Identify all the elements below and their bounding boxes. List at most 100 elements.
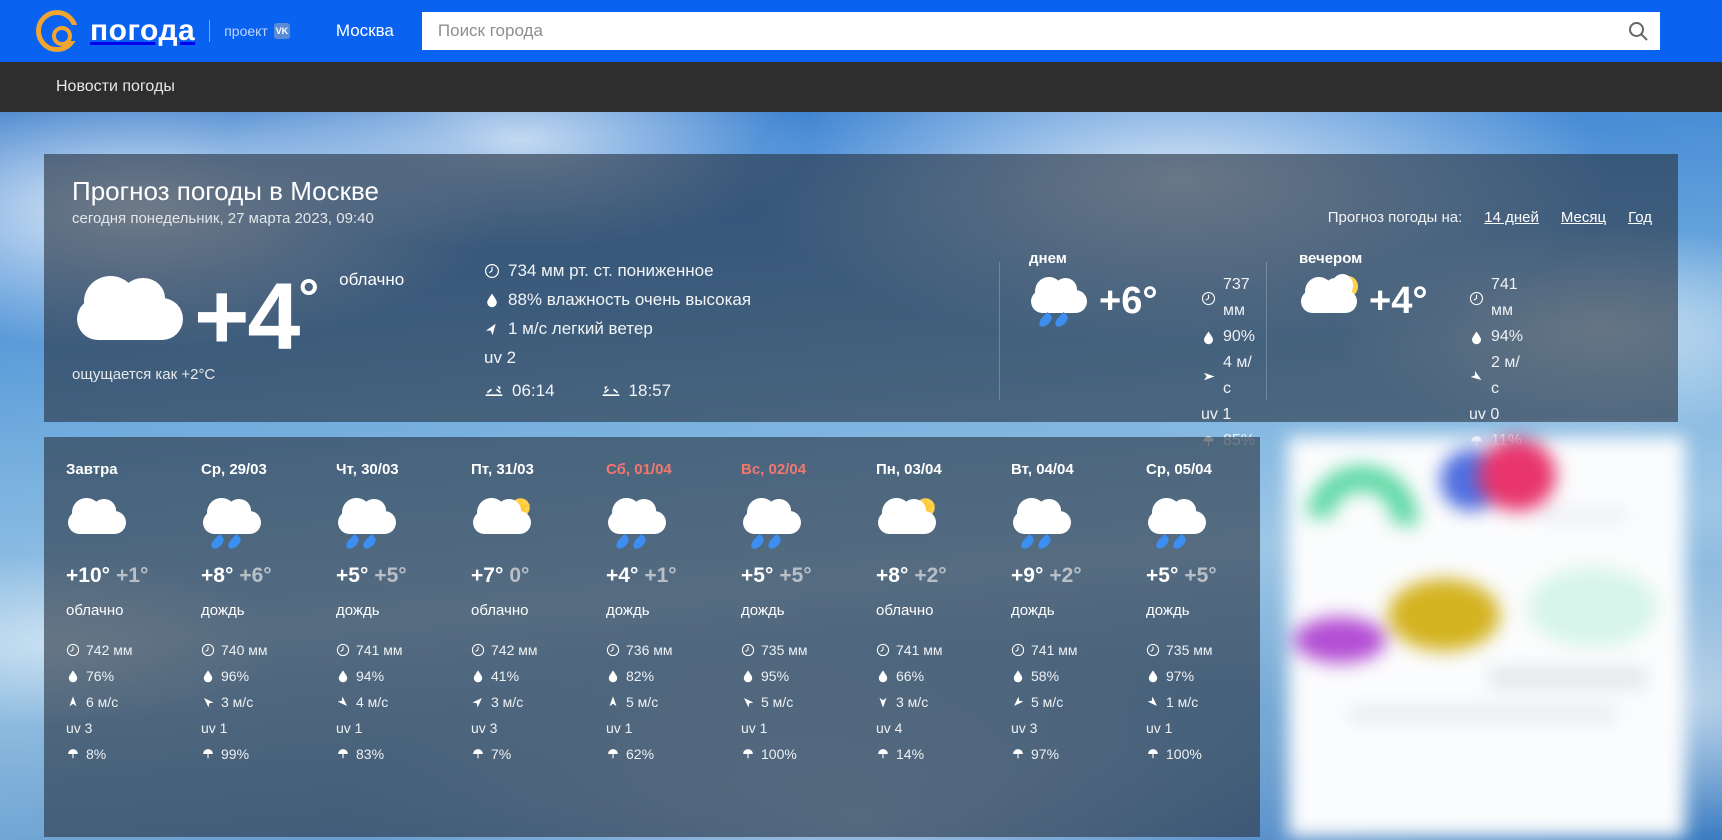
droplet-icon [66,669,80,683]
humidity-value: 88% влажность очень высокая [508,290,752,309]
forecast-day-column[interactable]: Ср, 29/03 +8° +6° дождь 740 мм 96% 3 м/с uv 1 99… [179,437,314,837]
forecast-day-details: 740 мм 96% 3 м/с uv 1 99% [201,637,314,767]
wind-direction-icon [201,695,215,709]
forecast-day-column[interactable]: Сб, 01/04 +4° +1° дождь 736 мм 82% 5 м/с uv 1 62… [584,437,719,837]
promo-widget[interactable] [1288,437,1685,837]
umbrella-icon [336,747,350,761]
daypart-evening-label: вечером [1299,250,1363,267]
droplet-icon [876,669,890,683]
search-input[interactable] [421,13,1616,49]
wind-row: 5 м/с [1011,689,1124,715]
forecast-day-details: 741 мм 66% 3 м/с uv 4 14% [876,637,989,767]
humidity-value: 96% [221,668,250,684]
barometer-icon [484,263,500,279]
current-datetime: сегодня понедельник, 27 марта 2023, 09:4… [72,210,374,227]
uv-value: uv 1 [1146,720,1173,736]
uv-value: uv 1 [201,720,228,736]
nav-item-weather-news[interactable]: Новости погоды [56,78,175,96]
decorative-blob-pink [1478,439,1556,511]
uv-row: uv 3 [66,715,179,741]
droplet-icon [1011,669,1025,683]
precip-value: 100% [761,746,797,762]
search-box[interactable] [421,12,1660,50]
humidity-value: 94% [1491,328,1524,345]
forecast-day-description: облачно [876,602,934,619]
panel-divider-2 [1266,262,1267,400]
uv-value: uv 2 [484,348,517,367]
forecast-night-temp: +5° [779,564,812,587]
cloud-rain-icon [1146,496,1208,552]
current-city-link[interactable]: Москва [336,21,394,41]
droplet-icon [201,669,215,683]
cloud-rain-icon [606,496,668,552]
forecast-link-14-days[interactable]: 14 дней [1484,209,1539,226]
forecast-day-temps: +5° +5° [741,564,854,588]
forecast-day-name: Вс, 02/04 [741,461,807,478]
forecast-day-name: Пт, 31/03 [471,461,534,478]
forecast-day-temps: +7° 0° [471,564,584,588]
pressure-row: 742 мм [66,637,179,663]
forecast-day-column[interactable]: Пт, 31/03 +7° 0° облачно 742 мм 41% 3 м/с uv 37… [449,437,584,837]
precip-value: 83% [356,746,385,762]
precip-row: 8% [66,741,179,767]
precip-value: 7% [491,746,512,762]
uv-value: uv 4 [876,720,903,736]
pressure-value: 741 мм [896,642,943,658]
pressure-value: 736 мм [626,642,673,658]
wind-row: 3 м/с [471,689,584,715]
humidity-value: 94% [356,668,385,684]
cloud-icon [72,272,188,364]
pressure-value: 741 мм [356,642,403,658]
forecast-day-details: 742 мм 76% 6 м/с uv 3 8% [66,637,179,767]
wind-row: 3 м/с [201,689,314,715]
wind-direction-icon [1011,695,1025,709]
vk-icon: VK [273,23,290,39]
humidity-row: 95% [741,663,854,689]
sunrise-icon [484,383,504,399]
droplet-icon [1201,330,1216,345]
search-icon[interactable] [1616,12,1660,50]
forecast-link-year[interactable]: Год [1628,209,1652,226]
feels-like-text: ощущается как +2°C [72,366,216,383]
barometer-icon [1201,291,1216,306]
forecast-day-column[interactable]: Вс, 02/04 +5° +5° дождь 735 мм 95% 5 м/с uv 1 10… [719,437,854,837]
droplet-icon [741,669,755,683]
site-logo[interactable]: погода [36,10,195,52]
daypart-day-details: 737 мм 90% 4 м/с uv 1 [1201,272,1255,454]
current-conditions: +4° облачно [72,254,404,365]
forecast-day-column[interactable]: Вт, 04/04 +9° +2° дождь 741 мм 58% 5 м/с uv 3 97… [989,437,1124,837]
forecast-day-column[interactable]: Чт, 30/03 +5° +5° дождь 741 мм 94% 4 м/с uv 1 83… [314,437,449,837]
forecast-day-temp: +5° [1146,564,1179,587]
droplet-icon [606,669,620,683]
forecast-night-temp: +5° [374,564,407,587]
forecast-day-column[interactable]: Пн, 03/04 +8° +2° облачно 741 мм 66% 3 м/с uv 4… [854,437,989,837]
humidity-row: 94% [1469,324,1523,350]
pressure-row: 741 мм [876,637,989,663]
current-weather-panel: Прогноз погоды в Москве сегодня понедель… [44,154,1678,449]
uv-row: uv 2 [484,345,751,370]
wind-value: 1 м/с легкий ветер [508,319,653,338]
at-logo-icon [36,10,78,52]
pressure-row: 740 мм [201,637,314,663]
forecast-night-temp: 0° [509,564,530,587]
precip-value: 97% [1031,746,1060,762]
uv-row: uv 1 [741,715,854,741]
wind-row: 2 м/с [1469,350,1523,402]
forecast-day-temp: +8° [876,564,909,587]
forecast-link-month[interactable]: Месяц [1561,209,1606,226]
forecast-day-column[interactable]: Завтра +10° +1° облачно 742 мм 76% 6 м/с uv 3 8% [44,437,179,837]
humidity-row: 94% [336,663,449,689]
precip-value: 100% [1166,746,1202,762]
forecast-day-temp: +4° [606,564,639,587]
forecast-day-name: Сб, 01/04 [606,461,672,478]
uv-value: uv 3 [66,720,93,736]
sunset-value: 18:57 [628,381,672,400]
pressure-value: 741 мм [1031,642,1078,658]
current-temperature-value: +4 [194,264,300,370]
pressure-row: 741 мм [1469,272,1523,324]
forecast-day-description: облачно [66,602,124,619]
forecast-day-column[interactable]: Ср, 05/04 +5° +5° дождь 735 мм 97% 1 м/с uv 1 10… [1124,437,1259,837]
forecast-day-details: 735 мм 97% 1 м/с uv 1 100% [1146,637,1259,767]
barometer-icon [471,643,485,657]
pressure-value: 734 мм рт. ст. пониженное [508,261,714,280]
